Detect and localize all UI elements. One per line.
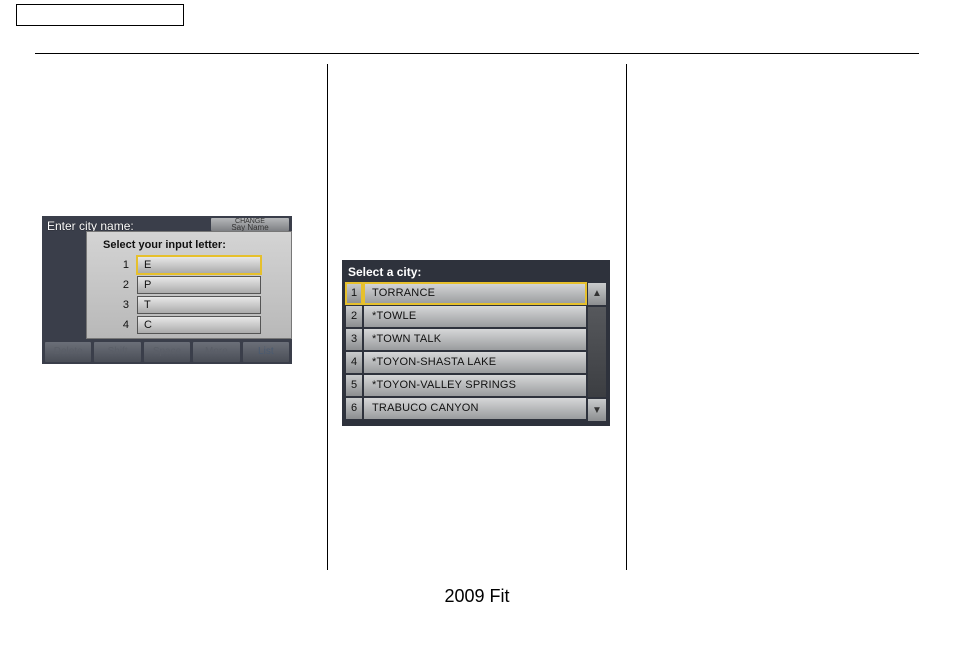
select-input-letter-popup: Select your input letter: 1 E 2 P 3 T 4 …: [86, 231, 292, 339]
column-separator-2: [626, 64, 627, 570]
city-row[interactable]: 4 *TOYON-SHASTA LAKE: [346, 352, 586, 373]
letter-row-number: 2: [91, 279, 137, 291]
city-row-number: 1: [346, 283, 362, 304]
keyboard-bottom-row: Delete Shift Space More List: [42, 342, 292, 362]
space-button[interactable]: Space: [144, 342, 190, 362]
city-row[interactable]: 1 TORRANCE: [346, 283, 586, 304]
scroll-track[interactable]: [588, 307, 606, 398]
popup-title: Select your input letter:: [103, 239, 283, 251]
letter-row-value: P: [137, 276, 261, 294]
delete-button[interactable]: Delete: [45, 342, 91, 362]
city-row-value: *TOWLE: [364, 306, 586, 327]
city-row[interactable]: 2 *TOWLE: [346, 306, 586, 327]
change-say-name-button[interactable]: CHANGE Say Name: [211, 218, 289, 231]
more-button[interactable]: More: [193, 342, 239, 362]
scroll-down-button[interactable]: ▼: [588, 399, 606, 421]
shift-button[interactable]: Shift: [94, 342, 140, 362]
city-row-number: 4: [346, 352, 362, 373]
city-row[interactable]: 5 *TOYON-VALLEY SPRINGS: [346, 375, 586, 396]
select-city-title: Select a city:: [348, 265, 606, 279]
screenshot-enter-city: Enter city name: CHANGE Say Name Delete …: [42, 216, 292, 364]
letter-row-value: C: [137, 316, 261, 334]
city-row[interactable]: 6 TRABUCO CANYON: [346, 398, 586, 419]
letter-row[interactable]: 2 P: [91, 276, 283, 294]
letter-row-value: E: [137, 256, 261, 274]
horizontal-rule: [35, 53, 919, 54]
city-row-number: 6: [346, 398, 362, 419]
letter-row-number: 1: [91, 259, 137, 271]
footer-text: 2009 Fit: [0, 586, 954, 607]
letter-row-number: 3: [91, 299, 137, 311]
letter-list: 1 E 2 P 3 T 4 C: [91, 256, 283, 334]
city-row[interactable]: 3 *TOWN TALK: [346, 329, 586, 350]
column-separator-1: [327, 64, 328, 570]
list-button[interactable]: List: [243, 342, 289, 362]
letter-row[interactable]: 4 C: [91, 316, 283, 334]
city-row-number: 5: [346, 375, 362, 396]
screenshot-select-city: Select a city: 1 TORRANCE 2 *TOWLE 3 *TO…: [342, 260, 610, 426]
city-list: 1 TORRANCE 2 *TOWLE 3 *TOWN TALK 4 *TOYO…: [346, 283, 586, 421]
letter-row[interactable]: 1 E: [91, 256, 283, 274]
city-row-value: *TOWN TALK: [364, 329, 586, 350]
city-row-value: TRABUCO CANYON: [364, 398, 586, 419]
city-row-number: 3: [346, 329, 362, 350]
down-arrow-icon: ▼: [592, 405, 602, 416]
city-row-number: 2: [346, 306, 362, 327]
up-arrow-icon: ▲: [592, 288, 602, 299]
letter-row-number: 4: [91, 319, 137, 331]
scroll-up-button[interactable]: ▲: [588, 283, 606, 305]
letter-row[interactable]: 3 T: [91, 296, 283, 314]
letter-row-value: T: [137, 296, 261, 314]
city-row-value: *TOYON-VALLEY SPRINGS: [364, 375, 586, 396]
empty-frame-box: [16, 4, 184, 26]
city-scrollbar: ▲ ▼: [588, 283, 606, 421]
city-row-value: TORRANCE: [364, 283, 586, 304]
city-row-value: *TOYON-SHASTA LAKE: [364, 352, 586, 373]
